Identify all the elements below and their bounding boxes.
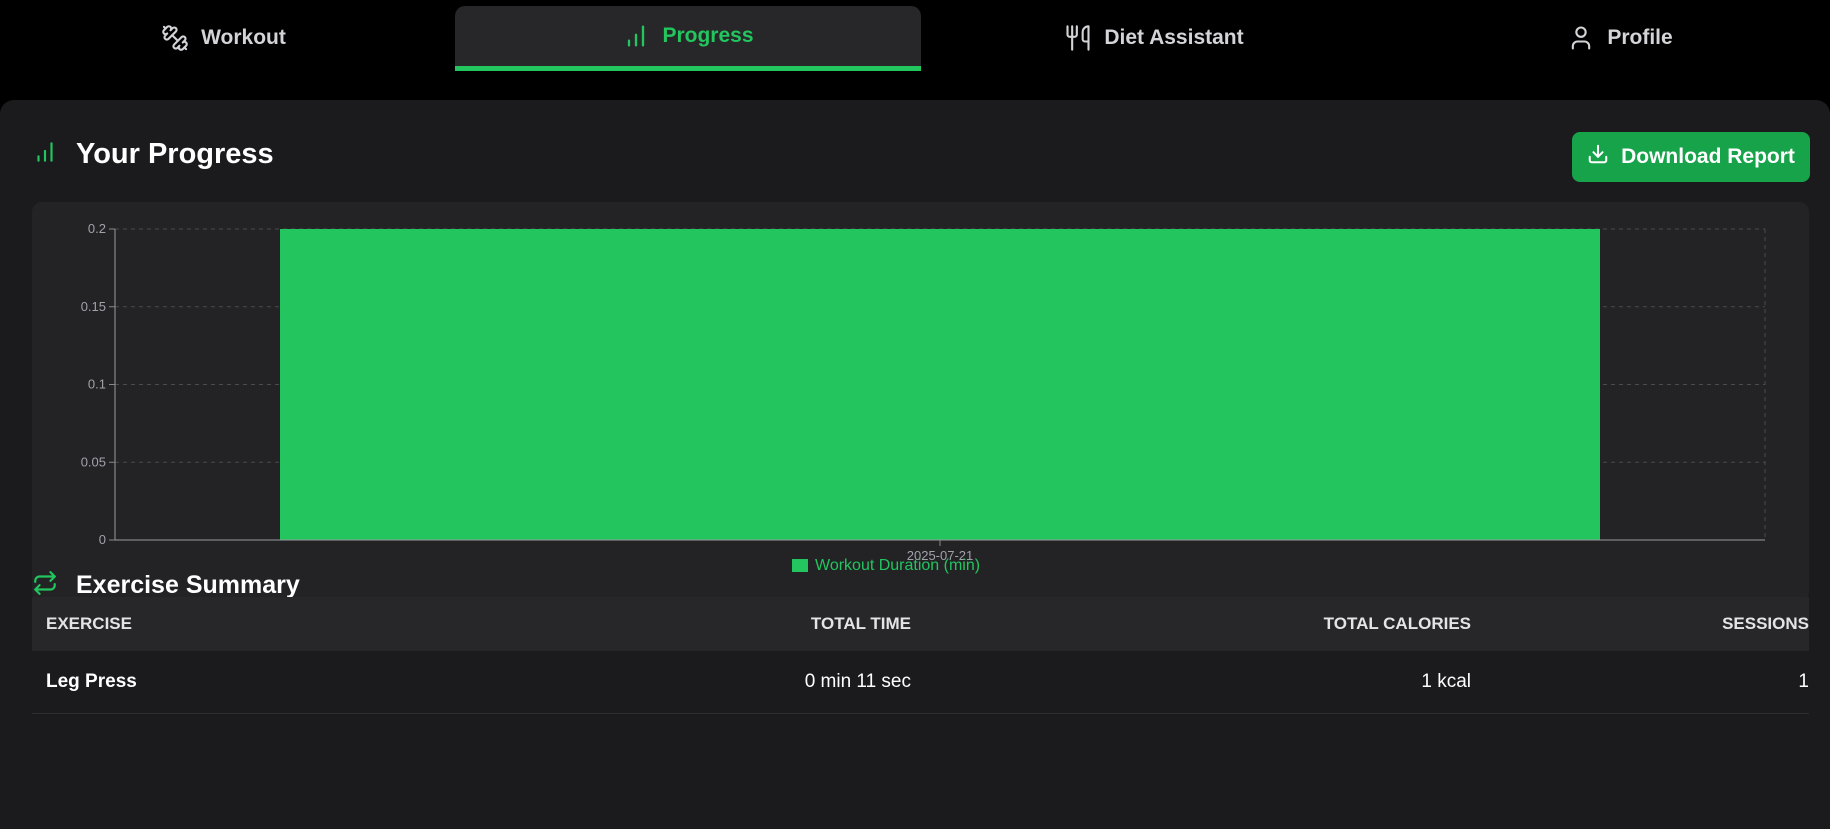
- download-icon: [1587, 143, 1609, 171]
- summary-title: Exercise Summary: [76, 571, 300, 599]
- download-report-button[interactable]: Download Report: [1572, 132, 1810, 182]
- tab-workout[interactable]: Workout: [0, 6, 447, 70]
- chart-bars: [280, 229, 1600, 540]
- user-icon: [1567, 24, 1595, 52]
- chart-y-ticks: 0 0.05 0.1 0.15 0.2: [81, 221, 115, 547]
- column-header-exercise[interactable]: Exercise: [32, 614, 546, 634]
- progress-chart: 0 0.05 0.1 0.15 0.2 2025-07-21 Workout Durat…: [32, 202, 1809, 602]
- y-tick-label: 0.15: [81, 299, 106, 314]
- dumbbell-icon: [161, 24, 189, 52]
- exercise-summary-table: Exercise Total Time Total Calories Sessi…: [32, 597, 1809, 714]
- table-header-row: Exercise Total Time Total Calories Sessi…: [32, 597, 1809, 651]
- table-row[interactable]: Leg Press 0 min 11 sec 1 kcal 1: [32, 651, 1809, 714]
- tab-profile-label: Profile: [1607, 26, 1673, 49]
- bar: [280, 229, 1600, 540]
- y-tick-label: 0: [99, 532, 106, 547]
- y-tick-label: 0.2: [88, 221, 106, 236]
- tab-workout-label: Workout: [201, 26, 286, 49]
- column-header-total-calories[interactable]: Total Calories: [911, 614, 1471, 634]
- cell-total-time: 0 min 11 sec: [804, 671, 911, 692]
- column-header-sessions[interactable]: Sessions: [1471, 614, 1809, 634]
- page-title: Your Progress: [76, 138, 274, 170]
- tab-progress[interactable]: Progress: [455, 6, 921, 71]
- cell-exercise: Leg Press: [46, 671, 137, 692]
- tab-diet-assistant[interactable]: Diet Assistant: [921, 6, 1387, 70]
- download-report-label: Download Report: [1621, 145, 1795, 168]
- top-nav: Workout Progress Diet Assistant Profile: [0, 0, 1830, 100]
- progress-panel: Your Progress Download Report 0 0.05 0.1 0.…: [0, 100, 1830, 829]
- chart-svg: 00.050.10.150.2 2025-07-21 Workout Durat…: [81, 221, 1766, 574]
- cell-sessions: 1: [1798, 671, 1809, 692]
- bar-chart-icon: [32, 139, 58, 170]
- bar-chart-icon: [622, 22, 650, 50]
- legend-label: Workout Duration (min): [815, 557, 980, 574]
- chart-legend: Workout Duration (min): [792, 557, 980, 574]
- progress-header: Your Progress: [32, 138, 274, 171]
- tab-profile[interactable]: Profile: [1387, 6, 1830, 70]
- column-header-total-time[interactable]: Total Time: [546, 614, 911, 634]
- y-tick-label: 0.1: [88, 377, 106, 392]
- cell-total-calories: 1 kcal: [1421, 671, 1471, 692]
- tab-progress-label: Progress: [662, 24, 754, 47]
- tab-diet-assistant-label: Diet Assistant: [1104, 26, 1244, 49]
- utensils-icon: [1064, 24, 1092, 52]
- y-tick-label: 0.05: [81, 454, 106, 469]
- legend-swatch: [792, 559, 808, 572]
